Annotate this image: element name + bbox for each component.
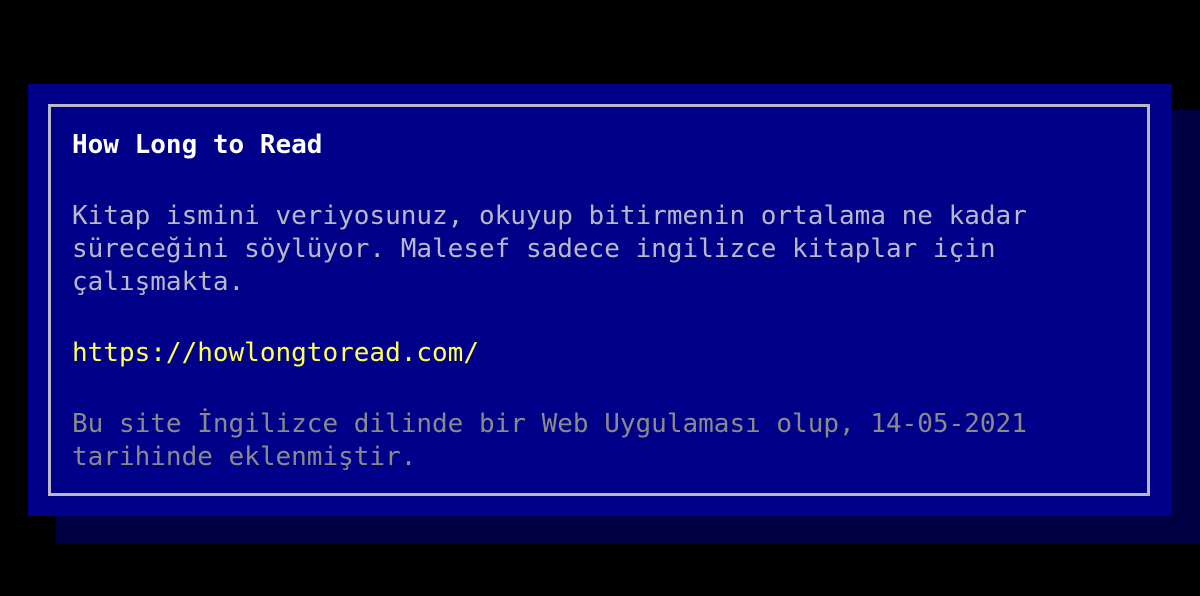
site-title: How Long to Read — [72, 130, 323, 160]
site-footer-note: Bu site İngilizce dilinde bir Web Uygula… — [72, 409, 1027, 472]
site-url-link[interactable]: https://howlongtoread.com/ — [72, 337, 1132, 370]
card-content: How Long to Read Kitap ismini veriyosunu… — [72, 129, 1132, 474]
site-description: Kitap ismini veriyosunuz, okuyup bitirme… — [72, 201, 1027, 297]
card-border-frame: How Long to Read Kitap ismini veriyosunu… — [48, 104, 1150, 496]
site-card-window: How Long to Read Kitap ismini veriyosunu… — [28, 84, 1172, 516]
